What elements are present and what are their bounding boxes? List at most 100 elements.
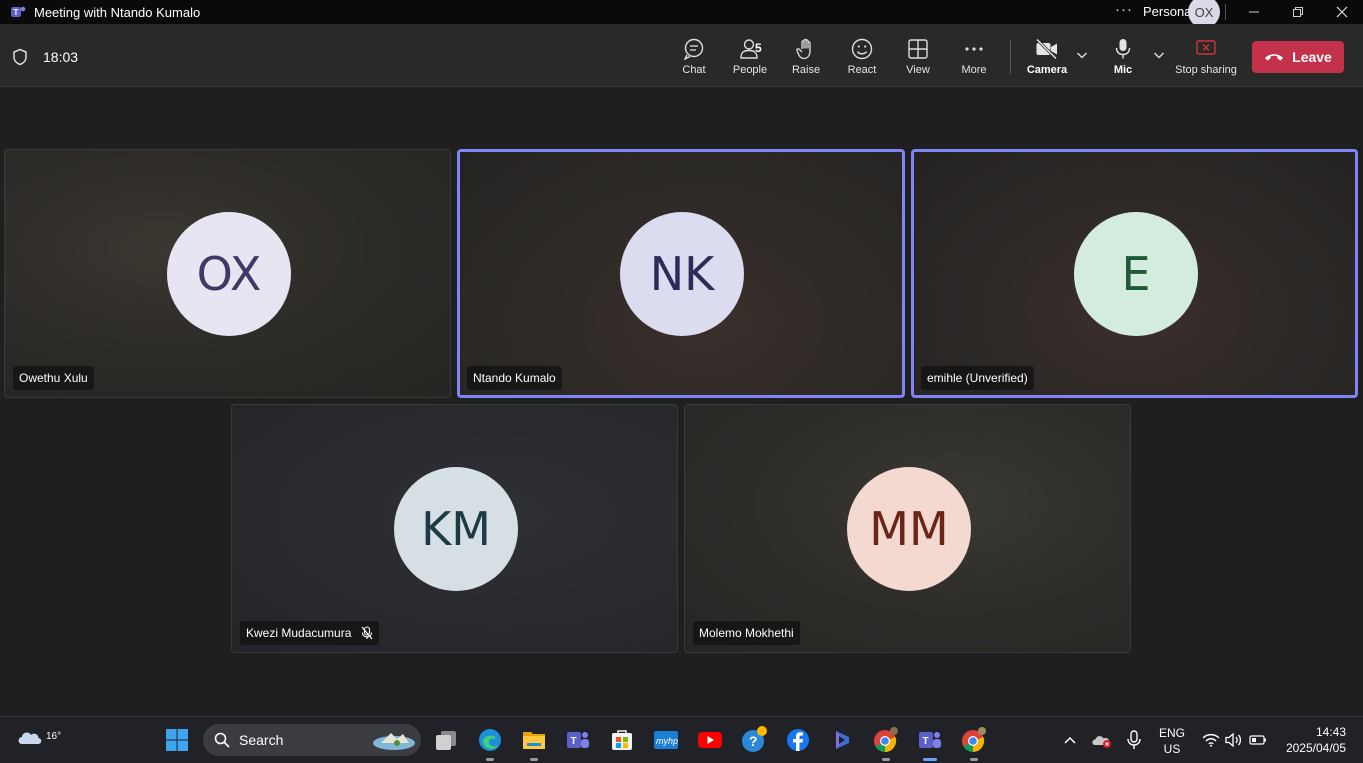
weather-temp: 16°	[46, 731, 62, 742]
chat-icon	[683, 38, 704, 60]
raise-hand-button[interactable]: Raise	[778, 38, 834, 82]
camera-options-chevron-icon[interactable]	[1076, 50, 1088, 60]
react-button[interactable]: React	[834, 38, 890, 82]
participant-avatar: KM	[394, 467, 518, 591]
help-icon: ?	[742, 726, 767, 752]
mic-options-chevron-icon[interactable]	[1153, 50, 1165, 60]
participant-avatar: MM	[847, 467, 971, 591]
grid-view-icon	[908, 39, 928, 59]
taskbar-chrome-1[interactable]	[871, 725, 901, 761]
region-code: US	[1163, 742, 1181, 756]
participant-tile[interactable]: KM Kwezi Mudacumura	[231, 404, 678, 653]
participant-name-tag: Molemo Mokhethi	[693, 621, 800, 645]
people-count: 5	[755, 41, 762, 55]
svg-text:?: ?	[749, 733, 758, 749]
search-label: Search	[239, 732, 284, 748]
taskbar-edge[interactable]	[475, 725, 505, 761]
edge-icon	[479, 729, 501, 751]
search-icon	[214, 732, 230, 748]
svg-text:T: T	[923, 736, 929, 747]
running-indicator	[970, 758, 978, 761]
teams-icon: T	[919, 732, 941, 748]
more-options-icon[interactable]: ···	[1115, 1, 1133, 18]
minimize-button[interactable]	[1232, 0, 1276, 24]
more-dots-icon	[965, 47, 983, 51]
taskbar-facebook[interactable]	[783, 725, 813, 755]
title-bar: T Meeting with Ntando Kumalo ··· Persona…	[0, 0, 1363, 28]
chrome-icon	[874, 727, 898, 752]
taskbar-chrome-2[interactable]	[959, 725, 989, 761]
taskbar-copilot[interactable]	[827, 725, 857, 755]
tray-microphone[interactable]	[1119, 725, 1149, 755]
mic-button[interactable]: Mic	[1095, 38, 1151, 82]
people-label: People	[732, 64, 768, 76]
microphone-icon	[1127, 730, 1141, 749]
hang-up-icon	[1265, 54, 1284, 61]
tray-onedrive[interactable]	[1087, 725, 1117, 755]
taskbar-clock[interactable]: 14:43 2025/04/05	[1280, 724, 1346, 756]
participant-initials: KM	[421, 502, 491, 556]
copilot-icon	[836, 731, 849, 749]
language-indicator[interactable]: ENG US	[1159, 725, 1185, 757]
start-button[interactable]	[162, 725, 192, 755]
participant-name-tag: Owethu Xulu	[13, 366, 94, 390]
stop-sharing-icon	[1196, 40, 1216, 55]
participant-tile[interactable]: Eemihle (Unverified)	[911, 149, 1358, 398]
onedrive-error-icon	[1092, 736, 1111, 748]
taskbar-microsoft-store[interactable]	[607, 725, 637, 755]
folder-icon	[523, 732, 545, 749]
leave-button[interactable]: Leave	[1252, 41, 1344, 73]
taskbar-teams-meeting[interactable]: T	[915, 725, 945, 761]
taskbar-task-view[interactable]	[431, 725, 461, 755]
cloud-icon	[18, 732, 42, 744]
taskbar-youtube[interactable]	[695, 725, 725, 755]
svg-text:myhp: myhp	[656, 736, 678, 746]
running-indicator	[882, 758, 890, 761]
close-icon	[1336, 6, 1348, 18]
participant-tile[interactable]: MM Molemo Mokhethi	[684, 404, 1131, 653]
taskbar-myhp[interactable]: myhp	[651, 725, 681, 755]
tray-battery[interactable]	[1243, 725, 1273, 755]
participant-tile[interactable]: OX Owethu Xulu	[4, 149, 451, 398]
view-button[interactable]: View	[890, 38, 946, 82]
teams-icon: T	[567, 732, 589, 748]
camera-label: Camera	[1026, 64, 1068, 76]
leave-label: Leave	[1292, 49, 1332, 65]
taskbar-get-help[interactable]: ?	[739, 725, 769, 755]
camera-button[interactable]: Camera	[1019, 38, 1075, 82]
restore-icon	[1293, 7, 1303, 17]
restore-button[interactable]	[1276, 0, 1320, 24]
microphone-icon	[1115, 39, 1131, 59]
facebook-icon	[787, 729, 809, 751]
store-icon	[612, 730, 632, 750]
profile-label[interactable]: Personal	[1143, 4, 1194, 19]
taskbar-teams-personal[interactable]: T	[563, 725, 593, 755]
youtube-icon	[698, 732, 722, 748]
task-view-icon	[436, 731, 456, 750]
participant-initials: NK	[649, 247, 715, 301]
participant-name: emihle (Unverified)	[927, 371, 1028, 385]
taskbar-search[interactable]: Search	[203, 724, 421, 756]
taskbar-file-explorer[interactable]	[519, 725, 549, 761]
stop-sharing-label: Stop sharing	[1175, 64, 1237, 76]
stop-sharing-button[interactable]: Stop sharing	[1173, 38, 1239, 82]
shield-icon	[13, 48, 27, 66]
participant-tile[interactable]: NK Ntando Kumalo	[457, 149, 905, 398]
close-button[interactable]	[1320, 0, 1363, 24]
chat-button[interactable]: Chat	[666, 38, 722, 82]
participant-name: Ntando Kumalo	[473, 371, 556, 385]
raise-hand-icon	[796, 38, 811, 60]
show-hidden-icons-button[interactable]	[1055, 725, 1085, 755]
mic-label: Mic	[1113, 64, 1133, 76]
more-button[interactable]: More	[946, 38, 1002, 82]
participant-avatar: NK	[620, 212, 744, 336]
svg-text:T: T	[14, 8, 19, 17]
weather-widget[interactable]: 16°	[16, 725, 61, 752]
people-button[interactable]: 5 People	[722, 38, 778, 82]
participant-avatar: E	[1074, 212, 1198, 336]
participant-name: Molemo Mokhethi	[699, 626, 794, 640]
volume-icon	[1225, 732, 1242, 748]
toolbar-divider	[1010, 40, 1011, 74]
search-highlight-icon	[373, 733, 415, 750]
camera-off-icon	[1035, 38, 1058, 60]
